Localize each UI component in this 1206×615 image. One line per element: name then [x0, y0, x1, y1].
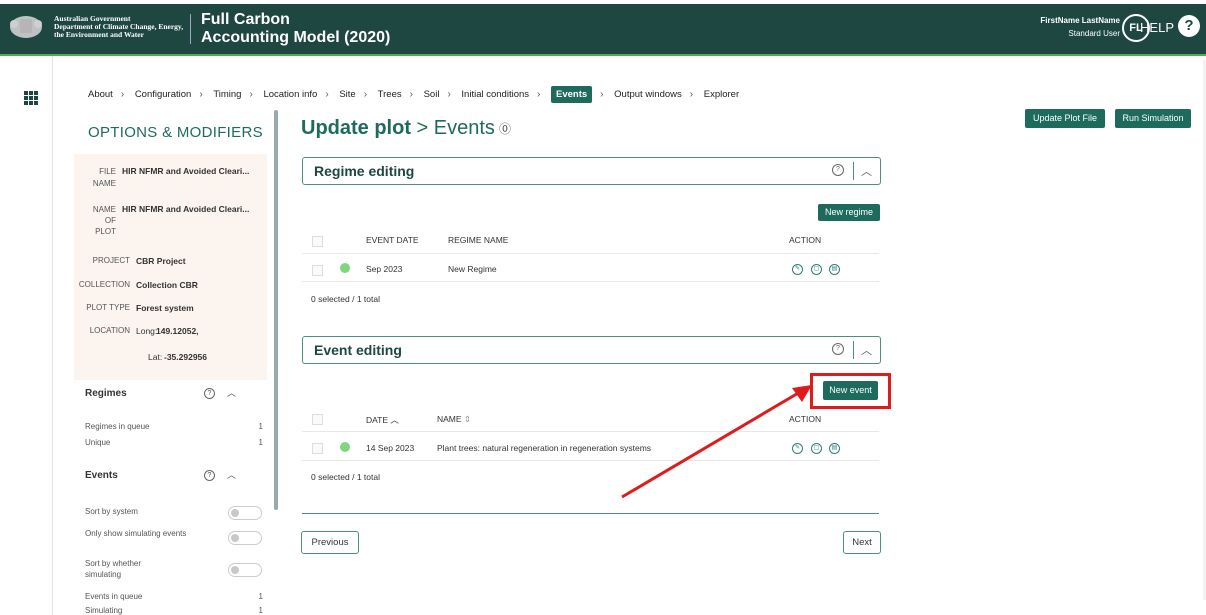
- section-divider: [302, 513, 879, 514]
- annotation-arrow-icon: [621, 385, 812, 499]
- previous-button[interactable]: Previous: [301, 531, 359, 554]
- next-button[interactable]: Next: [843, 531, 881, 554]
